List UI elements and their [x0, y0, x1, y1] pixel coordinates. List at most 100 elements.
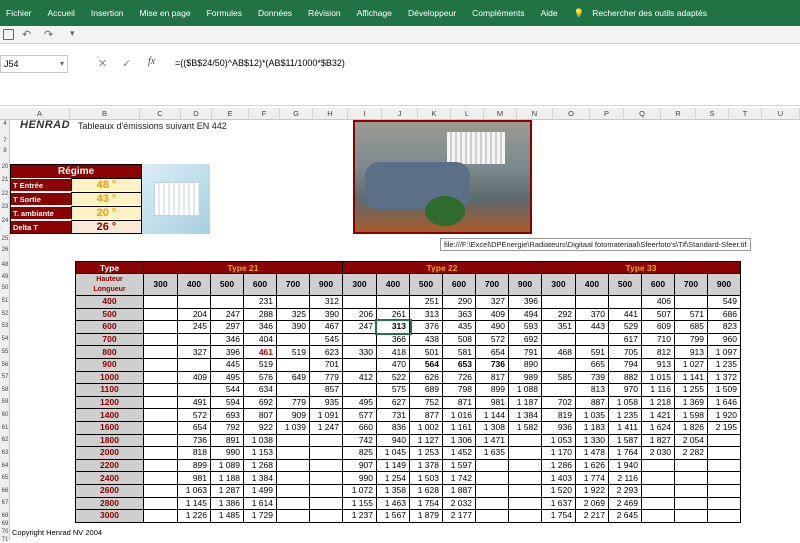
emission-value[interactable]: 522 [376, 370, 410, 385]
save-icon[interactable] [3, 29, 14, 40]
emission-value[interactable]: 1 153 [243, 446, 277, 460]
row-header[interactable]: 48 [0, 262, 10, 268]
emission-value[interactable]: 376 [409, 320, 443, 334]
emission-value[interactable] [475, 496, 509, 511]
emission-value[interactable]: 1 188 [210, 471, 244, 485]
emission-value[interactable]: 292 [541, 307, 576, 322]
emission-value[interactable]: 701 [309, 357, 343, 372]
redo-icon[interactable]: ↷ [44, 28, 53, 41]
ribbon-tab[interactable]: Aide [541, 8, 558, 18]
insert-function-icon[interactable]: fx [148, 56, 155, 67]
emission-value[interactable]: 441 [608, 307, 642, 322]
emission-value[interactable]: 877 [409, 408, 443, 422]
emission-value[interactable]: 313 [374, 318, 412, 336]
emission-value[interactable] [309, 509, 343, 523]
emission-value[interactable]: 206 [342, 307, 377, 322]
emission-value[interactable]: 1 002 [409, 420, 443, 435]
emission-value[interactable]: 346 [210, 332, 244, 347]
emission-value[interactable]: 1 887 [442, 483, 476, 498]
ribbon-tab[interactable]: Données [258, 8, 292, 18]
emission-value[interactable]: 1 155 [342, 496, 377, 511]
emission-value[interactable] [177, 295, 211, 309]
emission-value[interactable]: 1 038 [243, 433, 277, 448]
ribbon-tab[interactable]: Développeur [408, 8, 456, 18]
emission-value[interactable] [674, 509, 708, 523]
emission-value[interactable]: 1 091 [309, 408, 343, 422]
customize-qat-icon[interactable]: ▾ [70, 28, 75, 39]
emission-value[interactable]: 435 [442, 320, 476, 334]
emission-value[interactable] [143, 483, 178, 498]
emission-value[interactable] [707, 446, 741, 460]
emission-value[interactable]: 1 421 [641, 408, 675, 422]
emission-value[interactable]: 1 372 [707, 370, 741, 385]
undo-icon[interactable]: ↶ [22, 28, 31, 41]
emission-value[interactable]: 1 045 [376, 446, 410, 460]
emission-value[interactable]: 1 742 [442, 471, 476, 485]
emission-value[interactable] [276, 483, 310, 498]
emission-value[interactable]: 2 469 [608, 496, 642, 511]
row-header[interactable]: 8 [0, 148, 10, 154]
column-header[interactable]: R [661, 108, 696, 120]
emission-value[interactable]: 1 754 [541, 509, 576, 523]
emission-value[interactable]: 1 922 [575, 483, 609, 498]
emission-value[interactable]: 1 567 [376, 509, 410, 523]
emission-value[interactable]: 1 015 [641, 370, 675, 385]
emission-value[interactable] [309, 483, 343, 498]
emission-value[interactable]: 882 [608, 370, 642, 385]
emission-value[interactable] [541, 332, 576, 347]
emission-value[interactable]: 490 [475, 320, 509, 334]
emission-value[interactable]: 351 [541, 320, 576, 334]
emission-value[interactable] [177, 357, 211, 372]
row-header[interactable]: 21 [0, 177, 10, 183]
emission-value[interactable]: 899 [177, 458, 211, 473]
emission-value[interactable] [508, 433, 542, 448]
emission-value[interactable]: 2 282 [674, 446, 708, 460]
emission-value[interactable] [143, 357, 178, 372]
emission-value[interactable] [276, 357, 310, 372]
emission-value[interactable]: 1 635 [475, 446, 509, 460]
row-header[interactable]: 69 [0, 521, 10, 527]
emission-value[interactable] [143, 509, 178, 523]
emission-value[interactable]: 1 255 [674, 383, 708, 397]
emission-value[interactable]: 1 582 [508, 420, 542, 435]
row-header[interactable]: 49 [0, 274, 10, 280]
emission-value[interactable]: 363 [442, 307, 476, 322]
emission-value[interactable]: 591 [575, 345, 609, 359]
emission-value[interactable]: 1 072 [342, 483, 377, 498]
emission-value[interactable]: 686 [707, 307, 741, 322]
emission-value[interactable] [342, 295, 377, 309]
emission-value[interactable] [674, 483, 708, 498]
emission-value[interactable] [143, 408, 178, 422]
emission-value[interactable] [707, 433, 741, 448]
emission-value[interactable]: 726 [442, 370, 476, 385]
emission-value[interactable]: 2 069 [575, 496, 609, 511]
emission-value[interactable] [276, 332, 310, 347]
column-header[interactable]: N [517, 108, 553, 120]
emission-value[interactable]: 312 [309, 295, 343, 309]
emission-value[interactable] [276, 295, 310, 309]
emission-value[interactable]: 736 [475, 357, 509, 372]
emission-value[interactable]: 1 237 [342, 509, 377, 523]
emission-value[interactable] [143, 395, 178, 410]
emission-value[interactable] [276, 446, 310, 460]
ribbon-tab[interactable]: Rechercher des outils adaptés [592, 8, 707, 18]
row-header[interactable]: 54 [0, 336, 10, 342]
emission-value[interactable]: 1 384 [508, 408, 542, 422]
column-header[interactable]: C [140, 108, 181, 120]
emission-value[interactable]: 1 826 [674, 420, 708, 435]
emission-value[interactable]: 817 [475, 370, 509, 385]
emission-value[interactable]: 710 [641, 332, 675, 347]
emission-value[interactable]: 491 [177, 395, 211, 410]
emission-value[interactable]: 409 [177, 370, 211, 385]
row-header[interactable]: 57 [0, 374, 10, 380]
row-header[interactable]: 56 [0, 362, 10, 368]
emission-value[interactable]: 1 016 [442, 408, 476, 422]
emission-value[interactable]: 940 [376, 433, 410, 448]
emission-value[interactable] [508, 471, 542, 485]
row-header[interactable]: 50 [0, 285, 10, 291]
emission-value[interactable]: 653 [442, 357, 476, 372]
emission-value[interactable] [707, 509, 741, 523]
column-header[interactable]: I [348, 108, 382, 120]
emission-value[interactable] [143, 471, 178, 485]
emission-value[interactable] [143, 446, 178, 460]
